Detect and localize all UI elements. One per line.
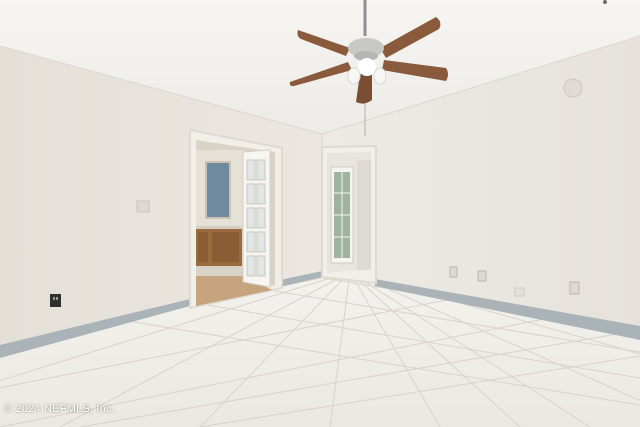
fan-light-bulb bbox=[358, 58, 376, 76]
outlet-3 bbox=[569, 281, 580, 295]
black-outlet bbox=[50, 294, 61, 307]
outlet-2 bbox=[477, 270, 487, 282]
light-switch-plate bbox=[136, 200, 150, 213]
thermostat bbox=[563, 78, 583, 98]
photo-watermark: © 2024 NEFMLS, Inc. bbox=[4, 403, 115, 415]
room-photo bbox=[0, 0, 640, 427]
outlet-1 bbox=[449, 266, 458, 278]
bathroom-mirror bbox=[205, 161, 231, 219]
hall-doorway bbox=[321, 144, 377, 285]
kitchen-doorway bbox=[189, 128, 283, 310]
